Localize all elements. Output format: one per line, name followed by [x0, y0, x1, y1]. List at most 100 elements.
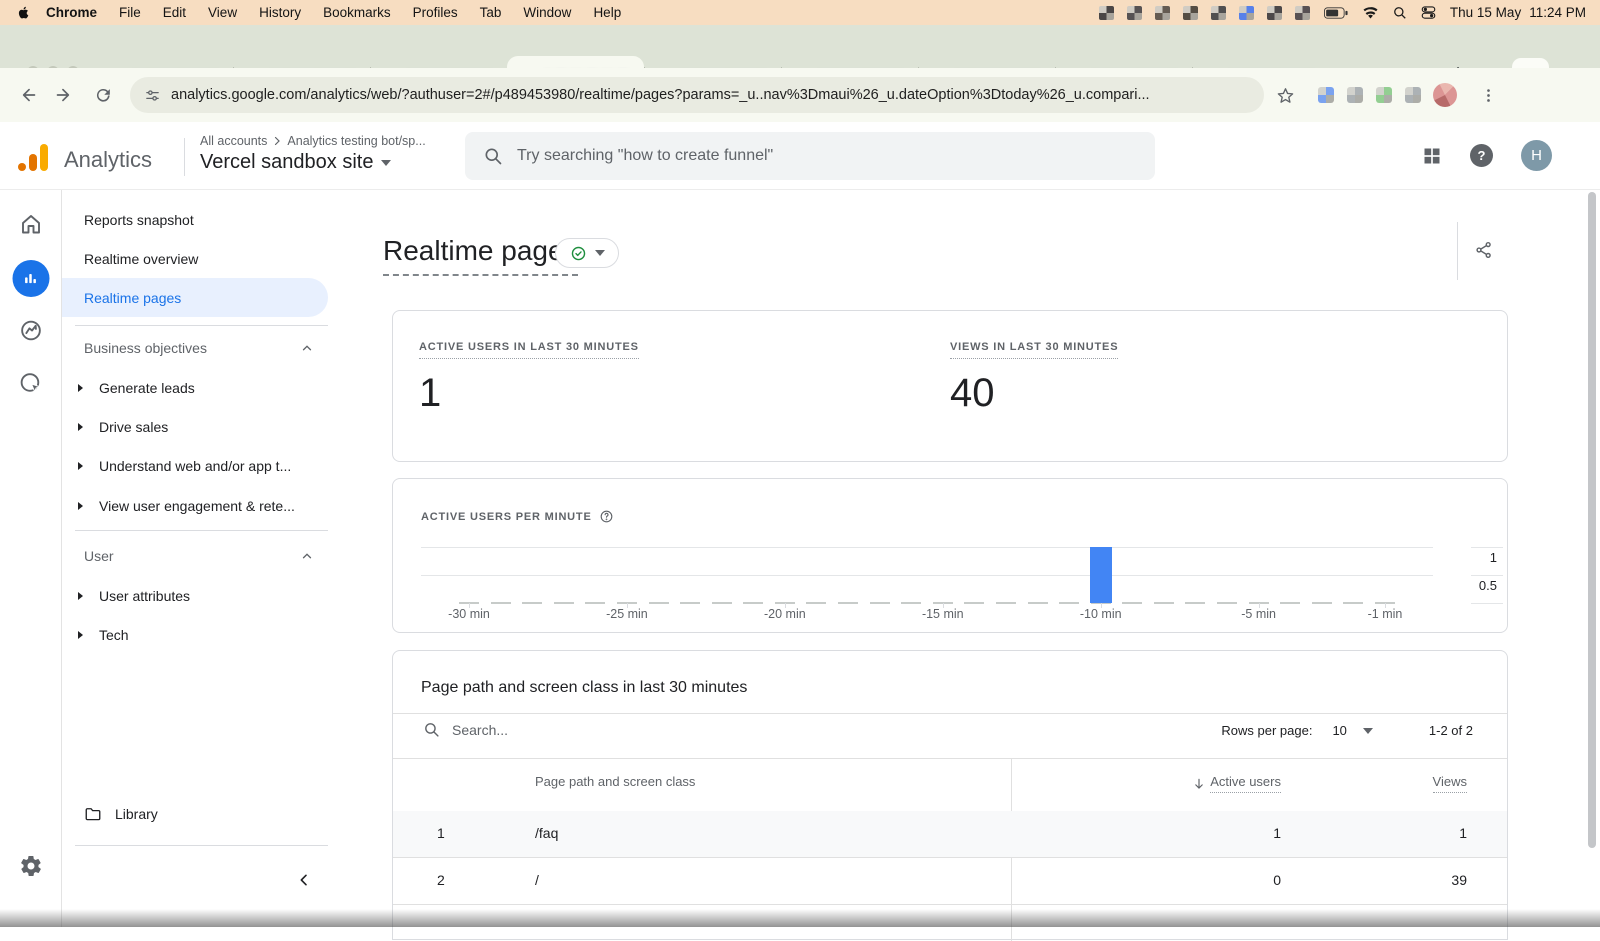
extension-icons[interactable]: [1318, 87, 1421, 103]
nav-item-view-user-engagement[interactable]: View user engagement & rete...: [62, 486, 340, 525]
nav-item-understand-web-app[interactable]: Understand web and/or app t...: [62, 446, 340, 485]
admin-gear-icon[interactable]: [19, 854, 43, 878]
expand-arrow-icon[interactable]: [78, 501, 83, 510]
chevron-down-icon[interactable]: [1362, 727, 1373, 734]
breadcrumb[interactable]: All accounts Analytics testing bot/sp...: [200, 134, 426, 148]
help-circle-icon[interactable]: [599, 509, 614, 524]
nav-section-business-objectives[interactable]: Business objectives: [62, 333, 328, 363]
pixelated-icon[interactable]: [1347, 87, 1363, 103]
share-report-button[interactable]: [1470, 236, 1498, 264]
menu-chrome[interactable]: Chrome: [35, 5, 108, 20]
nav-item-drive-sales[interactable]: Drive sales: [62, 407, 340, 446]
menu-bar-clock[interactable]: Thu 15 May 11:24 PM: [1450, 5, 1586, 20]
rows-per-page-value[interactable]: 10: [1332, 723, 1346, 738]
nav-divider: [75, 325, 328, 326]
gridline-1: [421, 547, 1433, 548]
control-center-icon[interactable]: [1421, 5, 1436, 20]
metric-label[interactable]: ACTIVE USERS IN LAST 30 MINUTES: [419, 341, 639, 359]
spotlight-icon[interactable]: [1393, 6, 1407, 20]
property-name: Vercel sandbox site: [200, 151, 374, 173]
nav-item-realtime-pages[interactable]: Realtime pages: [62, 278, 328, 317]
column-header-active-users[interactable]: Active users: [1192, 774, 1281, 793]
menu-bookmarks[interactable]: Bookmarks: [312, 5, 402, 20]
table-row[interactable]: 2 / 0 39: [393, 858, 1507, 904]
url-text[interactable]: analytics.google.com/analytics/web/?auth…: [171, 87, 1150, 103]
active-users-bar[interactable]: [1089, 547, 1112, 603]
column-header-views[interactable]: Views: [1432, 774, 1467, 793]
menu-view[interactable]: View: [197, 5, 248, 20]
column-header-page-path[interactable]: Page path and screen class: [535, 774, 695, 789]
expand-arrow-icon[interactable]: [78, 383, 83, 392]
menu-profiles[interactable]: Profiles: [402, 5, 469, 20]
battery-icon[interactable]: [1323, 6, 1348, 19]
expand-arrow-icon[interactable]: [78, 422, 83, 431]
pixelated-icon[interactable]: [1318, 87, 1334, 103]
reload-button[interactable]: [84, 76, 122, 114]
expand-arrow-icon[interactable]: [78, 591, 83, 600]
help-button[interactable]: ?: [1470, 144, 1493, 167]
expand-arrow-icon[interactable]: [78, 461, 83, 470]
nav-item-tech[interactable]: Tech: [62, 615, 340, 654]
menu-bar-date: Thu 15 May: [1449, 5, 1522, 20]
global-search[interactable]: [465, 132, 1155, 180]
nav-item-library[interactable]: Library: [62, 794, 340, 833]
metric-label[interactable]: VIEWS IN LAST 30 MINUTES: [950, 341, 1119, 359]
menu-file[interactable]: File: [108, 5, 152, 20]
page-scrollbar[interactable]: [1588, 192, 1596, 848]
pixelated-icon[interactable]: [1210, 5, 1226, 20]
expand-arrow-icon[interactable]: [78, 630, 83, 639]
chevron-up-icon[interactable]: [300, 341, 314, 355]
table-search-input[interactable]: [452, 721, 672, 738]
menu-edit[interactable]: Edit: [152, 5, 197, 20]
analytics-product-name[interactable]: Analytics: [64, 147, 152, 173]
back-button[interactable]: [8, 76, 46, 114]
pixelated-icon[interactable]: [1154, 5, 1170, 20]
nav-item-reports-snapshot[interactable]: Reports snapshot: [62, 200, 340, 239]
nav-item-generate-leads[interactable]: Generate leads: [62, 368, 340, 407]
data-status-pill[interactable]: [555, 238, 619, 268]
pixelated-icon[interactable]: [1182, 5, 1198, 20]
collapse-nav-button[interactable]: [290, 866, 318, 894]
site-settings-icon[interactable]: [144, 87, 161, 104]
pixelated-icon[interactable]: [1266, 5, 1282, 20]
diagnostics-grid-icon[interactable]: [1422, 146, 1442, 166]
nav-item-user-attributes[interactable]: User attributes: [62, 576, 340, 615]
pixelated-icon[interactable]: [1238, 5, 1254, 20]
profile-avatar[interactable]: [1433, 83, 1457, 107]
reports-icon[interactable]: [12, 260, 49, 297]
pixelated-icon[interactable]: [1376, 87, 1392, 103]
nav-item-realtime-overview[interactable]: Realtime overview: [62, 239, 340, 278]
bookmark-star-icon[interactable]: [1266, 76, 1304, 114]
table-search[interactable]: [423, 721, 672, 738]
advertising-icon[interactable]: [18, 371, 43, 396]
apple-menu-icon[interactable]: [16, 4, 31, 21]
pixelated-icon[interactable]: [1405, 87, 1421, 103]
metric-active-users: ACTIVE USERS IN LAST 30 MINUTES 1: [419, 337, 639, 416]
menu-window[interactable]: Window: [512, 5, 582, 20]
account-avatar[interactable]: H: [1521, 140, 1552, 171]
minute-baseline-dash: [1027, 602, 1048, 604]
address-bar[interactable]: analytics.google.com/analytics/web/?auth…: [130, 77, 1264, 113]
wifi-icon[interactable]: [1362, 6, 1379, 19]
menu-help[interactable]: Help: [582, 5, 632, 20]
table-row[interactable]: 1 /faq 1 1: [393, 811, 1507, 857]
menu-history[interactable]: History: [248, 5, 312, 20]
page-title: Realtime pages: [383, 235, 578, 276]
analytics-logo[interactable]: [18, 142, 54, 172]
search-input[interactable]: [517, 147, 1137, 165]
chrome-menu-icon[interactable]: [1469, 76, 1507, 114]
forward-button[interactable]: [46, 76, 84, 114]
home-icon[interactable]: [19, 212, 43, 236]
property-selector[interactable]: Vercel sandbox site: [200, 151, 392, 174]
pixelated-icon[interactable]: [1098, 5, 1114, 20]
explore-icon[interactable]: [18, 318, 43, 343]
breadcrumb-all-accounts[interactable]: All accounts: [200, 134, 267, 148]
status-app-icons[interactable]: [1098, 5, 1310, 20]
pixelated-icon[interactable]: [1126, 5, 1142, 20]
menu-tab[interactable]: Tab: [469, 5, 513, 20]
breadcrumb-account[interactable]: Analytics testing bot/sp...: [287, 134, 425, 148]
pixelated-icon[interactable]: [1294, 5, 1310, 20]
chevron-up-icon[interactable]: [300, 549, 314, 563]
left-icon-rail: [0, 190, 62, 927]
nav-section-user[interactable]: User: [62, 541, 328, 571]
